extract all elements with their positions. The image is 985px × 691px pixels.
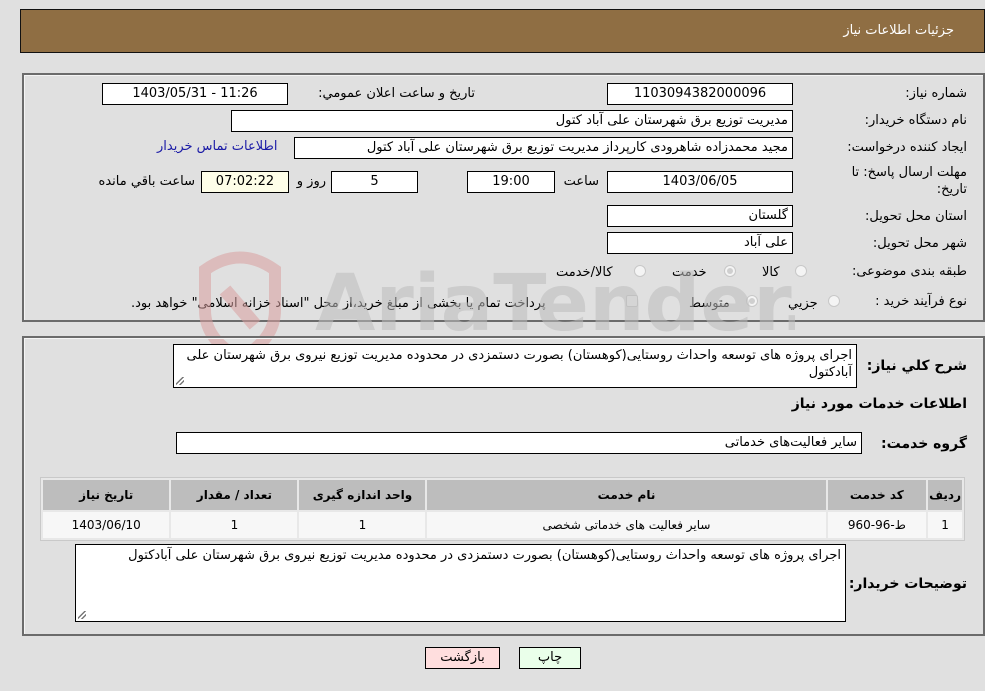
table-header-row: ردیف کد خدمت نام خدمت واحد اندازه گیری ت…: [43, 480, 962, 510]
resize-grip-icon[interactable]: [78, 611, 86, 619]
category-radio-service[interactable]: [724, 265, 736, 277]
process-radio-minor[interactable]: [828, 295, 840, 307]
buyer-org-label: نام دستگاه خریدار:: [864, 113, 967, 128]
deadline-label: مهلت ارسال پاسخ: تا: [851, 165, 967, 180]
deadline-time-field: 19:00: [467, 171, 555, 193]
category-radio-goods[interactable]: [795, 265, 807, 277]
page-header: جزئیات اطلاعات نیاز: [20, 9, 985, 53]
description-label: شرح كلي نياز:: [866, 358, 967, 374]
remaining-time-label: ساعت باقي مانده: [98, 174, 195, 189]
service-group-label: گروه خدمت:: [881, 436, 967, 452]
col-need-date: تاریخ نیاز: [43, 480, 170, 510]
description-text: اجرای پروژه های توسعه واحداث روستایی(کوه…: [186, 348, 852, 380]
treasury-payment-checkbox[interactable]: [626, 295, 638, 307]
resize-grip-icon[interactable]: [176, 377, 184, 385]
province-label: استان محل تحویل:: [865, 209, 967, 224]
buyer-notes-textarea[interactable]: اجرای پروژه های توسعه واحداث روستایی(کوه…: [75, 544, 846, 622]
need-number-label: شماره نیاز:: [905, 86, 967, 101]
services-section-title: اطلاعات خدمات مورد نیاز: [791, 396, 967, 412]
deadline-label-date: تاریخ:: [936, 182, 967, 197]
cell-service-name: سایر فعالیت های خدماتی شخصی: [427, 512, 826, 538]
process-radio-medium[interactable]: [746, 295, 758, 307]
province-field: گلستان: [607, 205, 793, 227]
category-radio-goods-service[interactable]: [634, 265, 646, 277]
days-label: روز و: [296, 174, 326, 189]
col-quantity: تعداد / مقدار: [171, 480, 298, 510]
services-table: ردیف کد خدمت نام خدمت واحد اندازه گیری ت…: [40, 477, 965, 541]
category-option-goods-service: کالا/خدمت: [556, 265, 613, 280]
category-option-goods: کالا: [762, 265, 780, 280]
category-option-service: خدمت: [672, 265, 707, 280]
buyer-notes-text: اجرای پروژه های توسعه واحداث روستایی(کوه…: [128, 548, 841, 563]
col-service-code: کد خدمت: [827, 480, 927, 510]
deadline-date-field: 1403/06/05: [607, 171, 793, 193]
print-button[interactable]: چاپ: [519, 647, 581, 669]
treasury-payment-note: پرداخت تمام یا بخشی از مبلغ خرید،از محل …: [131, 296, 546, 311]
creator-label: ایجاد کننده درخواست:: [847, 140, 967, 155]
buyer-org-field: مدیریت توزیع برق شهرستان علی آباد کتول: [231, 110, 793, 132]
process-option-medium: متوسط: [689, 296, 730, 311]
page-title: جزئیات اطلاعات نیاز: [843, 23, 954, 38]
remaining-time-field: 07:02:22: [201, 171, 289, 193]
announce-datetime-field: 1403/05/31 - 11:26: [102, 83, 288, 105]
city-field: علی آباد: [607, 232, 793, 254]
cell-service-code: ط-96-960: [827, 512, 927, 538]
days-remaining-field: 5: [331, 171, 418, 193]
col-unit: واحد اندازه گیری: [299, 480, 426, 510]
category-label: طبقه بندی موضوعی:: [851, 264, 967, 279]
cell-row-number: 1: [928, 512, 962, 538]
process-label: نوع فرآیند خرید :: [875, 294, 967, 309]
buyer-notes-label: توضیحات خریدار:: [848, 576, 967, 592]
col-service-name: نام خدمت: [427, 480, 826, 510]
deadline-time-label: ساعت: [563, 174, 599, 189]
buyer-contact-link[interactable]: اطلاعات تماس خریدار: [157, 139, 277, 154]
back-button[interactable]: بازگشت: [425, 647, 500, 669]
city-label: شهر محل تحویل:: [872, 236, 967, 251]
process-option-minor: جزيي: [788, 296, 818, 311]
cell-unit: 1: [299, 512, 426, 538]
col-row-number: ردیف: [928, 480, 962, 510]
creator-field: مجید محمدزاده شاهرودی کارپرداز مدیریت تو…: [294, 137, 793, 159]
need-number-field: 1103094382000096: [607, 83, 793, 105]
service-group-field: سایر فعالیت‌های خدماتی: [176, 432, 862, 454]
table-row: 1 ط-96-960 سایر فعالیت های خدماتی شخصی 1…: [43, 512, 962, 538]
cell-need-date: 1403/06/10: [43, 512, 170, 538]
cell-quantity: 1: [171, 512, 298, 538]
description-textarea[interactable]: اجرای پروژه های توسعه واحداث روستایی(کوه…: [173, 344, 857, 388]
announce-label: تاریخ و ساعت اعلان عمومي:: [318, 86, 475, 101]
